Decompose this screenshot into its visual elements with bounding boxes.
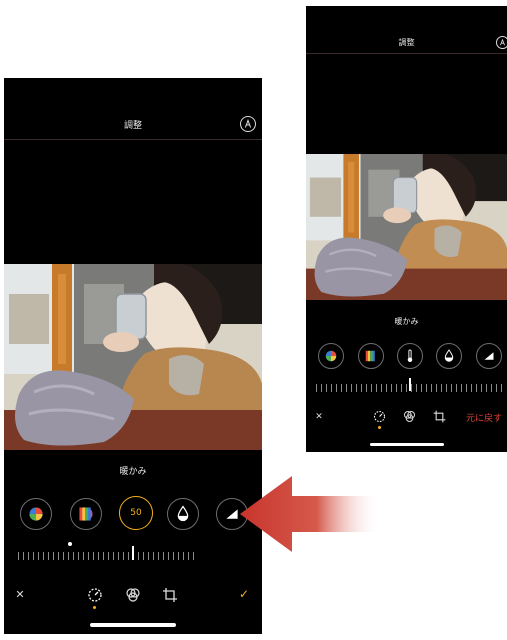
droplet-icon — [444, 349, 454, 362]
auto-enhance-icon[interactable] — [240, 116, 256, 132]
adjustment-slider[interactable] — [18, 552, 198, 560]
warmth-tool-button[interactable] — [397, 343, 423, 369]
active-mode-indicator — [93, 606, 96, 609]
adjustment-label: 暖かみ — [119, 467, 147, 477]
crop-mode-button[interactable] — [161, 586, 179, 604]
saturation-icon — [365, 350, 375, 362]
header-divider — [4, 139, 262, 140]
photo-preview — [4, 264, 262, 450]
slider-current-marker — [409, 378, 411, 391]
crop-rotate-icon — [433, 410, 446, 423]
filters-icon — [126, 588, 140, 602]
phone-screen-left: 調整 暖かみ 50 ✕ ✓ — [4, 78, 262, 634]
dial-icon — [373, 410, 386, 423]
auto-enhance-icon[interactable] — [496, 36, 507, 49]
cancel-button[interactable]: ✕ — [12, 586, 28, 602]
adjust-mode-button[interactable] — [372, 409, 387, 424]
pointer-arrow-icon — [240, 476, 380, 552]
auto-color-tool-button[interactable] — [20, 498, 52, 530]
filters-icon — [404, 411, 415, 422]
adjustment-label: 暖かみ — [394, 317, 419, 326]
crop-rotate-icon — [163, 588, 177, 602]
dial-icon — [88, 588, 102, 602]
phone-screen-right: 調整 暖かみ ✕ 元に戻す — [306, 6, 507, 452]
thermometer-icon — [407, 349, 413, 362]
warmth-value: 50 — [130, 508, 142, 518]
droplet-icon — [177, 505, 189, 522]
screen-title: 調整 — [123, 121, 142, 131]
revert-button[interactable]: 元に戻す — [466, 410, 507, 424]
done-button[interactable]: ✓ — [236, 586, 252, 602]
tint-tool-button[interactable] — [436, 343, 462, 369]
adjust-mode-button[interactable] — [86, 586, 104, 604]
auto-color-tool-button[interactable] — [318, 343, 344, 369]
photo-preview — [306, 154, 507, 300]
triangle-icon — [484, 352, 494, 360]
slider-current-marker — [132, 546, 134, 560]
saturation-tool-button[interactable] — [70, 498, 102, 530]
color-wheel-icon — [325, 350, 337, 362]
filters-mode-button[interactable] — [124, 586, 142, 604]
filters-mode-button[interactable] — [402, 409, 417, 424]
home-indicator — [90, 623, 176, 627]
active-mode-indicator — [378, 426, 381, 429]
saturation-icon — [79, 507, 93, 521]
sharpness-tool-button[interactable] — [476, 343, 502, 369]
color-wheel-icon — [29, 507, 43, 521]
cancel-button[interactable]: ✕ — [312, 410, 326, 424]
header-divider — [306, 53, 507, 54]
warmth-tool-button[interactable]: 50 — [119, 496, 153, 530]
tint-tool-button[interactable] — [167, 498, 199, 530]
slider-origin-dot — [68, 542, 72, 546]
screen-title: 調整 — [398, 38, 415, 47]
saturation-tool-button[interactable] — [358, 343, 384, 369]
home-indicator — [370, 443, 444, 446]
crop-mode-button[interactable] — [432, 409, 447, 424]
